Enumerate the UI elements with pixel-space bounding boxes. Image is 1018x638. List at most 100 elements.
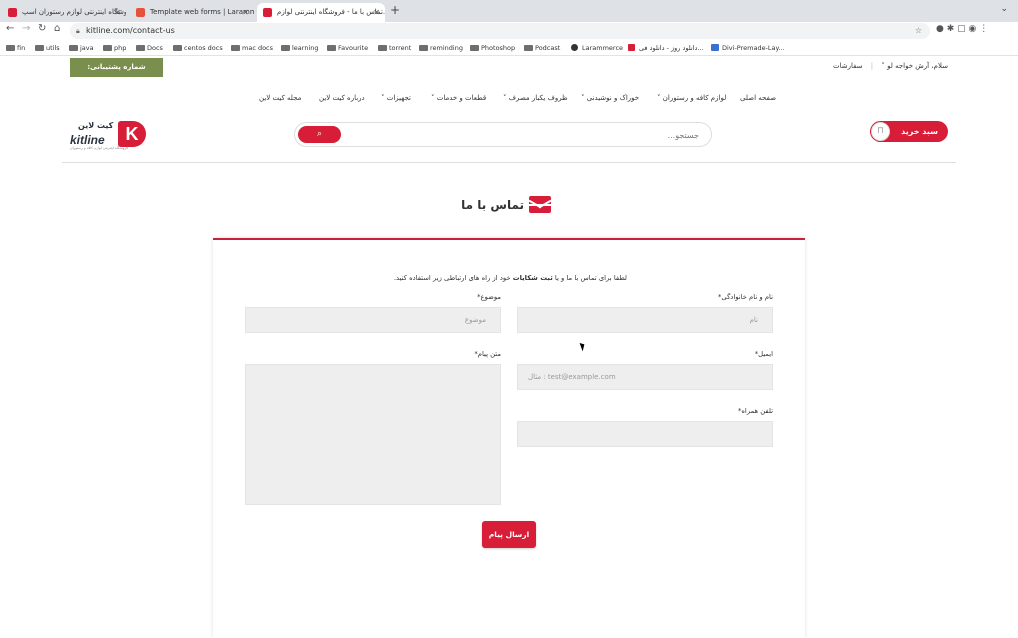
chevron-down-icon: ˅ [503, 94, 507, 102]
forward-arrow-icon[interactable]: → [22, 23, 30, 34]
folder-icon [231, 45, 240, 51]
folder-icon [419, 45, 428, 51]
logo-persian: کیت لاین [78, 121, 114, 130]
bookmark-folder[interactable]: Podcast [524, 42, 560, 54]
site-favicon-icon [628, 44, 635, 51]
user-links: سلام، آرش خواجه لو ˅ | سفارشات [833, 62, 948, 70]
folder-icon [281, 45, 290, 51]
email-input[interactable] [517, 364, 773, 390]
subject-input[interactable] [245, 307, 501, 333]
url-field[interactable]: 🔒︎ kitline.com/contact-us ☆ [70, 23, 930, 39]
folder-icon [524, 45, 533, 51]
address-bar-row: ← → ↻ ⌂ 🔒︎ kitline.com/contact-us ☆ ● ✱ … [0, 22, 1018, 40]
extensions-icons[interactable]: ● ✱ ▢ ◉ ⋮ [936, 24, 988, 34]
bookmark-folder[interactable]: reminding [419, 42, 463, 54]
browser-tab-2[interactable]: Template web forms | Laramme... ✕ [130, 3, 254, 22]
support-phone-badge[interactable]: شماره پشتیبانی: ۷۷۱۱۳-۰۲۱ [70, 58, 163, 90]
search-bar: ⌕ [294, 122, 712, 147]
site-favicon-icon [136, 8, 145, 17]
envelope-icon [529, 196, 551, 213]
browser-tab-bar: فروشگاه اینترنتی لوازم رستوران اسپ... ✕ … [0, 0, 1018, 22]
larammerce-icon [571, 44, 578, 51]
message-textarea[interactable] [245, 364, 501, 505]
bookmarks-bar: fin utils java php Docs centos docs mac … [0, 40, 1018, 56]
close-tab-icon[interactable]: ✕ [114, 3, 121, 22]
phone-label: تلفن همراه* [737, 407, 773, 415]
url-text: kitline.com/contact-us [86, 26, 175, 35]
new-tab-button[interactable]: + [390, 3, 400, 17]
bookmark-folder[interactable]: Docs [136, 42, 163, 54]
bookmark-folder[interactable]: learning [281, 42, 319, 54]
bookmark-folder[interactable]: centos docs [173, 42, 223, 54]
name-input[interactable] [517, 307, 773, 333]
page-title: تماس با ما [461, 198, 524, 212]
nav-magazine[interactable]: مجله کیت لاین [259, 94, 301, 102]
header-divider [62, 162, 956, 163]
search-icon: ⌕ [316, 129, 323, 139]
bookmark-folder[interactable]: Favourite [327, 42, 368, 54]
nav-equipment[interactable]: تجهیزات ˅ [381, 94, 411, 102]
browser-tab-1[interactable]: فروشگاه اینترنتی لوازم رستوران اسپ... ✕ [2, 3, 126, 22]
folder-icon [6, 45, 15, 51]
divider: | [870, 62, 874, 70]
cart-button[interactable]: سبد خرید ⊓ [870, 121, 948, 142]
lock-icon: 🔒︎ [76, 27, 80, 35]
bookmark-folder[interactable]: php [103, 42, 126, 54]
chevron-down-icon: ˅ [881, 62, 885, 70]
back-arrow-icon[interactable]: ← [6, 23, 14, 34]
search-input[interactable] [339, 128, 699, 142]
nav-disposables[interactable]: ظروف یکبار مصرف ˅ [503, 94, 568, 102]
bookmark-link[interactable]: Divi-Premade-Lay... [711, 42, 785, 54]
tab-title: تماس با ما - فروشگاه اینترنتی لوازم... [277, 8, 385, 16]
folder-icon [69, 45, 78, 51]
nav-cafe-restaurant[interactable]: لوازم کافه و رستوران ˅ [657, 94, 726, 102]
name-label: نام و نام خانوادگی* [718, 293, 773, 301]
logo-latin: kitline [70, 133, 105, 147]
form-intro-text: لطفا برای تماس با ما و یا ثبت شکایات خود… [393, 274, 627, 282]
site-logo[interactable]: K کیت لاین kitline فروشگاه اینترنتی لواز… [70, 121, 146, 151]
folder-icon [35, 45, 44, 51]
chevron-down-icon: ˅ [381, 94, 385, 102]
divi-icon [711, 44, 719, 51]
bookmark-link[interactable]: دانلود روز - دانلود فی... [628, 42, 704, 54]
bookmark-star-icon[interactable]: ☆ [915, 23, 922, 39]
tab-title: Template web forms | Laramme... [150, 8, 254, 16]
reload-icon[interactable]: ↻ [38, 23, 46, 34]
folder-icon [327, 45, 336, 51]
close-tab-icon[interactable]: ✕ [242, 3, 249, 22]
main-navigation: صفحه اصلی لوازم کافه و رستوران ˅ خوراک و… [0, 94, 1018, 106]
folder-icon [136, 45, 145, 51]
bookmark-folder[interactable]: torrent [378, 42, 411, 54]
orders-link[interactable]: سفارشات [833, 62, 863, 70]
nav-parts-services[interactable]: قطعات و خدمات ˅ [431, 94, 486, 102]
phone-input[interactable] [517, 421, 773, 447]
nav-food-drink[interactable]: خوراک و نوشیدنی ˅ [581, 94, 639, 102]
home-icon[interactable]: ⌂ [54, 23, 60, 34]
chevron-down-icon: ˅ [431, 94, 435, 102]
nav-home[interactable]: صفحه اصلی [740, 94, 776, 102]
browser-tab-3-active[interactable]: تماس با ما - فروشگاه اینترنتی لوازم... ✕ [257, 3, 385, 22]
email-label: ایمیل* [754, 350, 773, 358]
bookmark-folder[interactable]: fin [6, 42, 25, 54]
bookmark-folder[interactable]: mac docs [231, 42, 273, 54]
folder-icon [470, 45, 479, 51]
shopping-bag-icon: ⊓ [871, 122, 890, 141]
bookmark-folder[interactable]: java [69, 42, 94, 54]
nav-about[interactable]: درباره کیت لاین [319, 94, 365, 102]
tab-search-icon[interactable]: ⌄ [1000, 4, 1008, 14]
bookmark-folder[interactable]: Photoshop [470, 42, 515, 54]
bookmark-folder[interactable]: utils [35, 42, 60, 54]
send-message-button[interactable]: ارسال پیام [482, 521, 536, 548]
search-button[interactable]: ⌕ [298, 126, 341, 143]
message-label: متن پیام* [474, 350, 501, 358]
folder-icon [378, 45, 387, 51]
folder-icon [173, 45, 182, 51]
contact-form: لطفا برای تماس با ما و یا ثبت شکایات خود… [213, 238, 805, 638]
logo-k-icon: K [118, 121, 146, 147]
bookmark-link[interactable]: Larammerce [571, 42, 623, 54]
user-greeting-dropdown[interactable]: سلام، آرش خواجه لو [887, 62, 948, 70]
tab-title: فروشگاه اینترنتی لوازم رستوران اسپ... [22, 8, 126, 16]
logo-tagline: فروشگاه اینترنتی لوازم کافه و رستوران [70, 146, 128, 150]
close-tab-icon[interactable]: ✕ [373, 3, 380, 22]
cart-label: سبد خرید [901, 127, 938, 136]
